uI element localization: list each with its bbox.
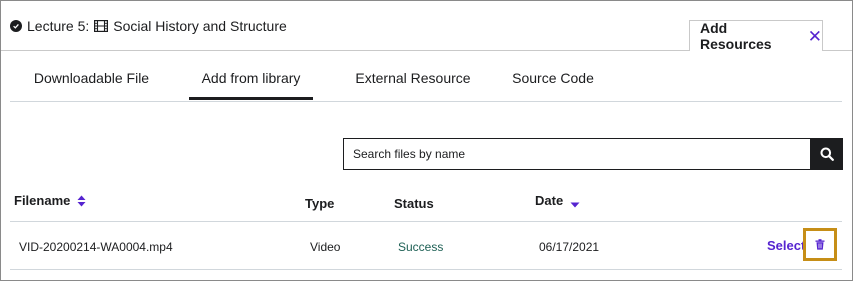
add-resources-label: Add Resources (700, 20, 772, 52)
trash-icon (815, 239, 825, 250)
status-cell: Success (398, 240, 444, 254)
column-header-date[interactable]: Date (535, 193, 580, 208)
type-cell: Video (310, 240, 341, 254)
tab-downloadable-file[interactable]: Downloadable File (10, 66, 173, 100)
table-divider (10, 269, 842, 270)
search-input[interactable] (343, 138, 810, 170)
column-label: Type (305, 196, 335, 211)
table-divider (10, 221, 842, 222)
check-circle-icon (10, 20, 22, 32)
tab-label: Downloadable File (33, 70, 150, 86)
column-label: Filename (14, 193, 71, 208)
column-header-filename[interactable]: Filename (14, 193, 86, 208)
delete-button[interactable] (803, 228, 837, 261)
column-header-type: Type (305, 196, 334, 211)
tab-source-code[interactable]: Source Code (500, 66, 606, 100)
tab-add-from-library[interactable]: Add from library (189, 66, 313, 100)
lecture-label: Lecture 5: (27, 18, 90, 34)
date-cell: 06/17/2021 (539, 240, 600, 254)
column-label: Status (394, 196, 434, 211)
close-icon[interactable]: ✕ (808, 28, 822, 45)
search-bar (343, 138, 843, 170)
resource-tabs: Downloadable File Add from library Exter… (10, 66, 842, 102)
tab-label: External Resource (355, 70, 471, 86)
select-button[interactable]: Select (767, 238, 805, 253)
lecture-title: Social History and Structure (113, 18, 287, 34)
column-label: Date (535, 193, 564, 208)
search-button[interactable] (810, 138, 843, 170)
sort-up-down-icon[interactable] (77, 195, 86, 207)
column-header-status: Status (394, 196, 434, 211)
filename-cell: VID-20200214-WA0004.mp4 (19, 240, 173, 254)
tab-label: Add from library (201, 70, 301, 86)
search-icon (820, 147, 834, 161)
sort-down-icon[interactable] (570, 202, 580, 208)
add-resources-tab[interactable]: Add Resources ✕ (689, 20, 823, 52)
lecture-heading: Lecture 5: Social History and Structure (10, 18, 287, 34)
tab-label: Source Code (512, 70, 594, 86)
film-icon (94, 20, 109, 32)
tab-external-resource[interactable]: External Resource (344, 66, 482, 100)
